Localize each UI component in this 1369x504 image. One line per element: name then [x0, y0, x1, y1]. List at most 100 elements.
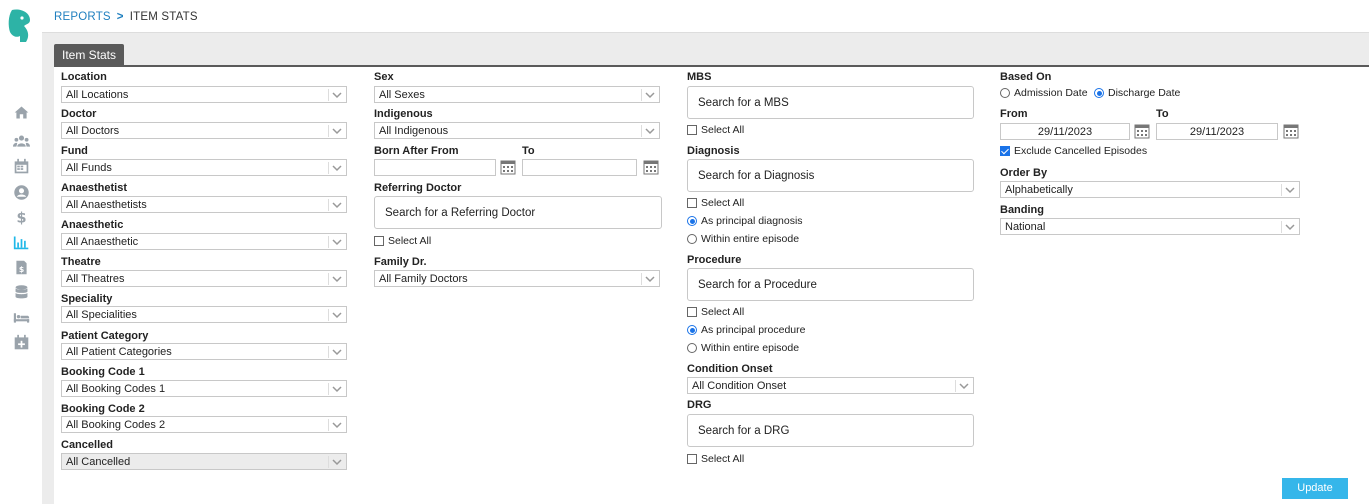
checkbox[interactable]	[687, 125, 697, 135]
patient-category-label: Patient Category	[61, 330, 149, 342]
calendar-icon[interactable]	[1134, 123, 1150, 139]
radio-button[interactable]	[687, 216, 697, 226]
anaesthetic-label: Anaesthetic	[61, 219, 124, 231]
patient-category-select[interactable]: All Patient Categories	[61, 343, 347, 360]
chevron-down-icon	[328, 309, 342, 321]
to-label: To	[1156, 108, 1169, 120]
anaesthetist-label: Anaesthetist	[61, 182, 128, 194]
dollar-icon[interactable]: $	[11, 207, 31, 227]
speciality-select[interactable]: All Specialities	[61, 306, 347, 323]
exclude-cancelled-checkbox[interactable]: Exclude Cancelled Episodes	[1000, 145, 1147, 157]
to-date-input[interactable]: 29/11/2023	[1156, 123, 1278, 140]
from-label: From	[1000, 108, 1028, 120]
fund-select[interactable]: All Funds	[61, 159, 347, 176]
breadcrumb-reports-link[interactable]: REPORTS	[54, 11, 111, 23]
radio-button[interactable]	[687, 343, 697, 353]
cancelled-select[interactable]: All Cancelled	[61, 453, 347, 470]
sex-label: Sex	[374, 71, 394, 83]
indigenous-select[interactable]: All Indigenous	[374, 122, 660, 139]
sex-value: All Sexes	[379, 89, 425, 101]
order-by-select[interactable]: Alphabetically	[1000, 181, 1300, 198]
order-by-value: Alphabetically	[1005, 184, 1073, 196]
anaesthetic-select[interactable]: All Anaesthetic	[61, 233, 347, 250]
diagnosis-entire-episode-radio[interactable]: Within entire episode	[687, 233, 799, 245]
user-circle-icon[interactable]	[11, 182, 31, 202]
chevron-down-icon	[328, 199, 342, 211]
calendar-icon[interactable]	[643, 159, 659, 175]
chevron-down-icon	[328, 236, 342, 248]
bed-icon[interactable]	[11, 307, 31, 327]
based-on-label: Based On	[1000, 71, 1052, 83]
diagnosis-principal-radio[interactable]: As principal diagnosis	[687, 215, 803, 227]
booking-code-1-label: Booking Code 1	[61, 366, 145, 378]
tab-item-stats[interactable]: Item Stats	[54, 44, 125, 65]
diagnosis-select-all[interactable]: Select All	[687, 197, 744, 209]
booking-code-2-label: Booking Code 2	[61, 403, 145, 415]
database-icon[interactable]	[11, 282, 31, 302]
checkbox[interactable]	[374, 236, 384, 246]
diagnosis-label: Diagnosis	[687, 145, 740, 157]
calendar-icon[interactable]	[11, 156, 31, 176]
users-icon[interactable]	[11, 131, 31, 151]
family-dr-select[interactable]: All Family Doctors	[374, 270, 660, 287]
doctor-select[interactable]: All Doctors	[61, 122, 347, 139]
chart-icon[interactable]	[11, 232, 31, 252]
svg-text:$: $	[16, 210, 26, 225]
radio-button[interactable]	[687, 325, 697, 335]
sex-select[interactable]: All Sexes	[374, 86, 660, 103]
invoice-icon[interactable]: $	[11, 257, 31, 277]
doctor-label: Doctor	[61, 108, 97, 120]
checkbox[interactable]	[687, 307, 697, 317]
chevron-down-icon	[641, 273, 655, 285]
born-after-to-input[interactable]	[522, 159, 637, 176]
referring-doctor-label: Referring Doctor	[374, 182, 462, 194]
chevron-down-icon	[641, 89, 655, 101]
born-after-from-input[interactable]	[374, 159, 496, 176]
drg-select-all[interactable]: Select All	[687, 453, 744, 465]
chevron-down-icon	[328, 419, 342, 431]
app-logo-icon[interactable]	[6, 8, 34, 44]
breadcrumb-separator: >	[116, 11, 124, 23]
discharge-date-radio[interactable]: Discharge Date	[1094, 87, 1180, 99]
admission-date-radio[interactable]: Admission Date	[1000, 87, 1088, 99]
mbs-select-all[interactable]: Select All	[687, 124, 744, 136]
referring-doctor-search-input[interactable]: Search for a Referring Doctor	[374, 196, 662, 229]
fund-value: All Funds	[66, 162, 112, 174]
procedure-entire-episode-radio[interactable]: Within entire episode	[687, 342, 799, 354]
procedure-select-all[interactable]: Select All	[687, 306, 744, 318]
checkbox[interactable]	[687, 454, 697, 464]
procedure-label: Procedure	[687, 254, 742, 266]
procedure-search-input[interactable]: Search for a Procedure	[687, 268, 974, 301]
cancelled-label: Cancelled	[61, 439, 113, 451]
checkbox[interactable]	[1000, 146, 1010, 156]
home-icon[interactable]	[11, 102, 31, 122]
banding-select[interactable]: National	[1000, 218, 1300, 235]
patient-category-value: All Patient Categories	[66, 346, 172, 358]
booking-code-2-select[interactable]: All Booking Codes 2	[61, 416, 347, 433]
anaesthetist-select[interactable]: All Anaesthetists	[61, 196, 347, 213]
svg-text:$: $	[18, 264, 23, 273]
condition-onset-select[interactable]: All Condition Onset	[687, 377, 974, 394]
booking-code-1-select[interactable]: All Booking Codes 1	[61, 380, 347, 397]
booking-code-2-value: All Booking Codes 2	[66, 419, 166, 431]
procedure-principal-radio[interactable]: As principal procedure	[687, 324, 805, 336]
drg-search-input[interactable]: Search for a DRG	[687, 414, 974, 447]
from-date-input[interactable]: 29/11/2023	[1000, 123, 1130, 140]
radio-button[interactable]	[687, 234, 697, 244]
diagnosis-search-input[interactable]: Search for a Diagnosis	[687, 159, 974, 192]
calendar-icon[interactable]	[500, 159, 516, 175]
mbs-search-input[interactable]: Search for a MBS	[687, 86, 974, 119]
calendar-icon[interactable]	[1283, 123, 1299, 139]
calendar-plus-icon[interactable]	[11, 332, 31, 352]
theatre-label: Theatre	[61, 256, 101, 268]
mbs-label: MBS	[687, 71, 712, 83]
theatre-select[interactable]: All Theatres	[61, 270, 347, 287]
radio-button[interactable]	[1000, 88, 1010, 98]
update-button[interactable]: Update	[1282, 478, 1348, 499]
location-select[interactable]: All Locations	[61, 86, 347, 103]
chevron-down-icon	[328, 89, 342, 101]
radio-button[interactable]	[1094, 88, 1104, 98]
referring-doctor-select-all[interactable]: Select All	[374, 235, 431, 247]
chevron-down-icon	[641, 125, 655, 137]
checkbox[interactable]	[687, 198, 697, 208]
